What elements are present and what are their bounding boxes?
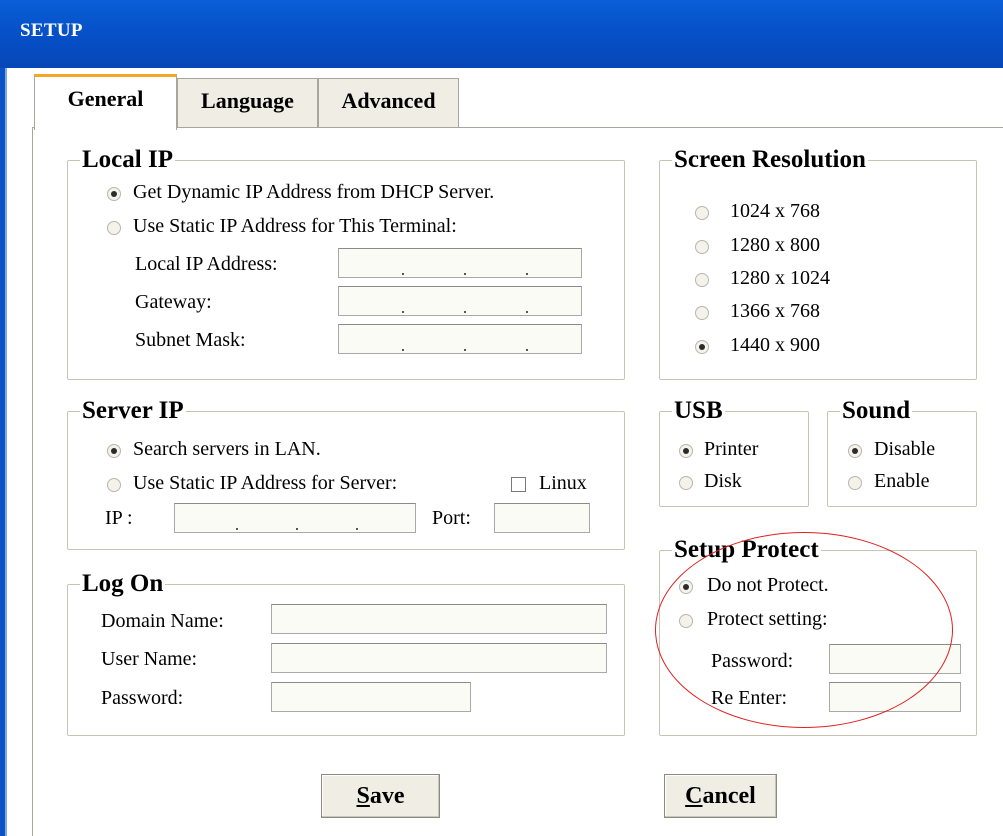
domain-name-label: Domain Name: (101, 610, 224, 632)
ip-dot (464, 349, 466, 351)
tab-general-label: General (67, 86, 144, 111)
server-ip-legend: Server IP (82, 397, 184, 424)
sound-legend: Sound (842, 397, 911, 424)
subnet-mask-field[interactable] (338, 324, 582, 354)
server-port-field[interactable] (494, 503, 590, 533)
ip-dot (236, 528, 238, 530)
cancel-button[interactable]: Cancel (664, 774, 777, 818)
resolution-1366-label: 1366 x 768 (730, 300, 820, 322)
ip-dot (296, 528, 298, 530)
ip-dot (402, 273, 404, 275)
dhcp-radio[interactable] (107, 187, 121, 201)
server-ip-label: IP : (105, 507, 133, 529)
linux-checkbox[interactable] (511, 477, 526, 492)
resolution-1440-radio[interactable] (695, 340, 709, 354)
static-terminal-radio[interactable] (107, 221, 121, 235)
user-name-field[interactable] (271, 643, 607, 673)
resolution-1280-1024-radio[interactable] (695, 273, 709, 287)
usb-legend: USB (674, 397, 723, 424)
ip-dot (526, 273, 528, 275)
resolution-1280-1024-label: 1280 x 1024 (730, 267, 830, 289)
subnet-mask-label: Subnet Mask: (135, 329, 246, 351)
tab-language[interactable]: Language (177, 78, 318, 128)
sound-disable-label: Disable (874, 438, 936, 460)
ip-dot (464, 311, 466, 313)
resolution-1440-label: 1440 x 900 (730, 334, 820, 356)
sound-disable-radio[interactable] (848, 444, 862, 458)
dhcp-radio-label: Get Dynamic IP Address from DHCP Server. (133, 181, 495, 203)
password-label: Password: (101, 687, 184, 709)
static-terminal-radio-label: Use Static IP Address for This Terminal: (133, 215, 457, 237)
window-title: SETUP (20, 20, 83, 41)
usb-disk-radio[interactable] (679, 476, 693, 490)
search-lan-radio[interactable] (107, 444, 121, 458)
ip-dot (526, 349, 528, 351)
search-lan-radio-label: Search servers in LAN. (133, 438, 321, 460)
ip-dot (402, 311, 404, 313)
password-field[interactable] (271, 682, 471, 712)
local-ip-legend: Local IP (82, 146, 173, 173)
ip-dot (526, 311, 528, 313)
tab-language-label: Language (201, 88, 294, 113)
resolution-1024-radio[interactable] (695, 206, 709, 220)
domain-name-field[interactable] (271, 604, 607, 634)
gateway-label: Gateway: (135, 291, 212, 313)
sound-enable-label: Enable (874, 470, 930, 492)
log-on-legend: Log On (82, 570, 164, 597)
usb-disk-label: Disk (704, 470, 742, 492)
resolution-1280-800-radio[interactable] (695, 240, 709, 254)
annotation-ellipse (655, 532, 953, 728)
user-name-label: User Name: (101, 648, 198, 670)
server-ip-field[interactable] (174, 503, 416, 533)
static-server-radio-label: Use Static IP Address for Server: (133, 472, 398, 494)
usb-printer-label: Printer (704, 438, 759, 460)
tab-advanced[interactable]: Advanced (318, 78, 459, 128)
resolution-1280-800-label: 1280 x 800 (730, 234, 820, 256)
static-server-radio[interactable] (107, 478, 121, 492)
screen-resolution-legend: Screen Resolution (674, 146, 866, 173)
server-port-label: Port: (432, 507, 471, 529)
linux-checkbox-label: Linux (539, 472, 587, 494)
tab-general[interactable]: General (34, 74, 177, 130)
ip-dot (356, 528, 358, 530)
resolution-1366-radio[interactable] (695, 306, 709, 320)
local-ip-address-label: Local IP Address: (135, 253, 278, 275)
tab-advanced-label: Advanced (341, 88, 436, 113)
resolution-1024-label: 1024 x 768 (730, 200, 820, 222)
title-bar: SETUP (0, 0, 1003, 68)
local-ip-address-field[interactable] (338, 248, 582, 278)
ip-dot (402, 349, 404, 351)
usb-printer-radio[interactable] (679, 444, 693, 458)
sound-enable-radio[interactable] (848, 476, 862, 490)
save-button[interactable]: Save (321, 774, 440, 818)
gateway-field[interactable] (338, 286, 582, 316)
ip-dot (464, 273, 466, 275)
